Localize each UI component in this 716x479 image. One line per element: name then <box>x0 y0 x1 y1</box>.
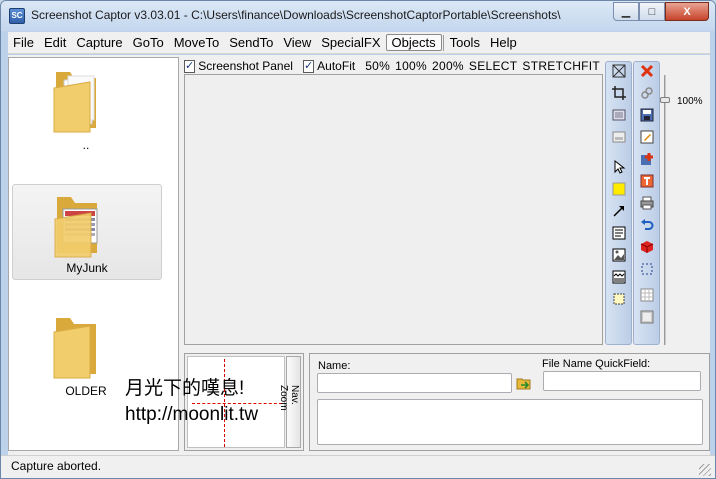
zoom-slider-track[interactable] <box>664 75 666 345</box>
minimize-button[interactable]: ▁ <box>613 2 639 21</box>
zoom-tab-label: Zoom <box>278 385 289 411</box>
zoom-stretchfit-link[interactable]: STRETCHFIT <box>522 59 600 73</box>
file-info-pane: Name: File Name QuickField: <box>309 353 710 451</box>
menu-sendto[interactable]: SendTo <box>224 35 278 50</box>
drawing-tool-strip <box>605 61 632 345</box>
screenshot-panel-toolbar: ✓ Screenshot Panel ✓ AutoFit 50% 100% 20… <box>184 57 604 75</box>
autofit-checkbox[interactable]: ✓ <box>302 59 315 73</box>
crop-icon[interactable] <box>610 84 628 102</box>
zoom-100-link[interactable]: 100% <box>395 59 427 73</box>
name-label: Name: <box>318 360 351 372</box>
shadow-frame-icon[interactable] <box>610 128 628 146</box>
maximize-button[interactable]: □ <box>639 2 665 21</box>
resize-grip-icon[interactable] <box>699 464 711 476</box>
name-input[interactable] <box>317 373 512 393</box>
title-bar[interactable]: SC Screenshot Captor v3.03.01 - C:\Users… <box>1 1 715 31</box>
folder-item-parent[interactable]: .. <box>12 60 162 156</box>
print-icon[interactable] <box>638 194 656 212</box>
edit-icon[interactable] <box>638 128 656 146</box>
zoom-50-link[interactable]: 50% <box>365 59 390 73</box>
text-box-icon[interactable] <box>610 224 628 242</box>
pointer-icon[interactable] <box>610 158 628 176</box>
folder-icon <box>54 197 98 258</box>
select-area-icon[interactable] <box>638 260 656 278</box>
nav-tab-label: Nav. <box>289 385 300 405</box>
comment-textarea[interactable] <box>317 399 703 445</box>
frame-icon[interactable] <box>610 106 628 124</box>
menu-file[interactable]: File <box>8 35 39 50</box>
arrow-icon[interactable] <box>610 202 628 220</box>
screenshot-panel-label[interactable]: Screenshot Panel <box>198 59 293 73</box>
zoom-select-link[interactable]: SELECT <box>469 59 517 73</box>
close-button[interactable]: X <box>665 2 709 21</box>
folder-label: .. <box>82 138 90 152</box>
effects-cube-icon[interactable] <box>638 238 656 256</box>
link-icon[interactable] <box>638 84 656 102</box>
add-object-icon[interactable] <box>638 150 656 168</box>
menu-goto[interactable]: GoTo <box>128 35 169 50</box>
open-folder-icon[interactable] <box>515 374 533 392</box>
menu-help[interactable]: Help <box>485 35 522 50</box>
gray-box-icon[interactable] <box>638 308 656 326</box>
window-controls: ▁ □ X <box>613 2 709 22</box>
torn-edge-icon[interactable] <box>610 268 628 286</box>
menu-separator <box>442 34 444 51</box>
image-insert-icon[interactable] <box>610 246 628 264</box>
screenshot-panel-checkbox[interactable]: ✓ <box>184 59 196 73</box>
menu-tools[interactable]: Tools <box>445 35 485 50</box>
status-bar: Capture aborted. <box>1 455 715 478</box>
text-stamp-icon[interactable] <box>638 172 656 190</box>
nav-zoom-tab[interactable]: Nav. Zoom <box>278 356 301 448</box>
quickfield-input[interactable] <box>543 371 701 391</box>
watermark-line-2: http://moonlit.tw <box>125 404 259 425</box>
delete-icon[interactable] <box>638 62 656 80</box>
menu-moveto[interactable]: MoveTo <box>169 35 225 50</box>
save-icon[interactable] <box>638 106 656 124</box>
action-tool-strip <box>633 61 660 345</box>
undo-icon[interactable] <box>638 216 656 234</box>
watermark: 月光下的嘆息! http://moonlit.tw <box>125 376 258 428</box>
folder-icon <box>53 318 96 379</box>
highlighter-icon[interactable] <box>610 180 628 198</box>
quickfield-label: File Name QuickField: <box>542 358 651 370</box>
menu-capture[interactable]: Capture <box>71 35 127 50</box>
folder-item-myjunk[interactable]: MyJunk <box>12 184 162 280</box>
zoom-200-link[interactable]: 200% <box>432 59 464 73</box>
menu-bar: File Edit Capture GoTo MoveTo SendTo Vie… <box>8 32 710 54</box>
zoom-percentage: 100% <box>677 96 703 107</box>
folder-label: MyJunk <box>66 261 108 275</box>
fit-selection-icon[interactable] <box>610 62 628 80</box>
app-icon[interactable]: SC <box>9 8 25 24</box>
folder-icon <box>53 72 96 133</box>
selection-region-icon[interactable] <box>610 290 628 308</box>
menu-edit[interactable]: Edit <box>39 35 71 50</box>
app-window: SC Screenshot Captor v3.03.01 - C:\Users… <box>0 0 716 479</box>
menu-objects[interactable]: Objects <box>385 34 442 51</box>
window-title: Screenshot Captor v3.03.01 - C:\Users\fi… <box>31 8 561 22</box>
zoom-slider-thumb[interactable] <box>660 97 670 103</box>
screenshot-canvas[interactable] <box>184 74 603 345</box>
watermark-line-1: 月光下的嘆息! <box>125 378 245 399</box>
menu-specialfx[interactable]: SpecialFX <box>316 35 385 50</box>
client-area: .. MyJunk OLDER ✓ Screenshot Panel ✓ Aut… <box>8 55 710 455</box>
grid-icon[interactable] <box>638 286 656 304</box>
autofit-label[interactable]: AutoFit <box>317 59 355 73</box>
status-text: Capture aborted. <box>11 459 102 473</box>
menu-view[interactable]: View <box>278 35 316 50</box>
